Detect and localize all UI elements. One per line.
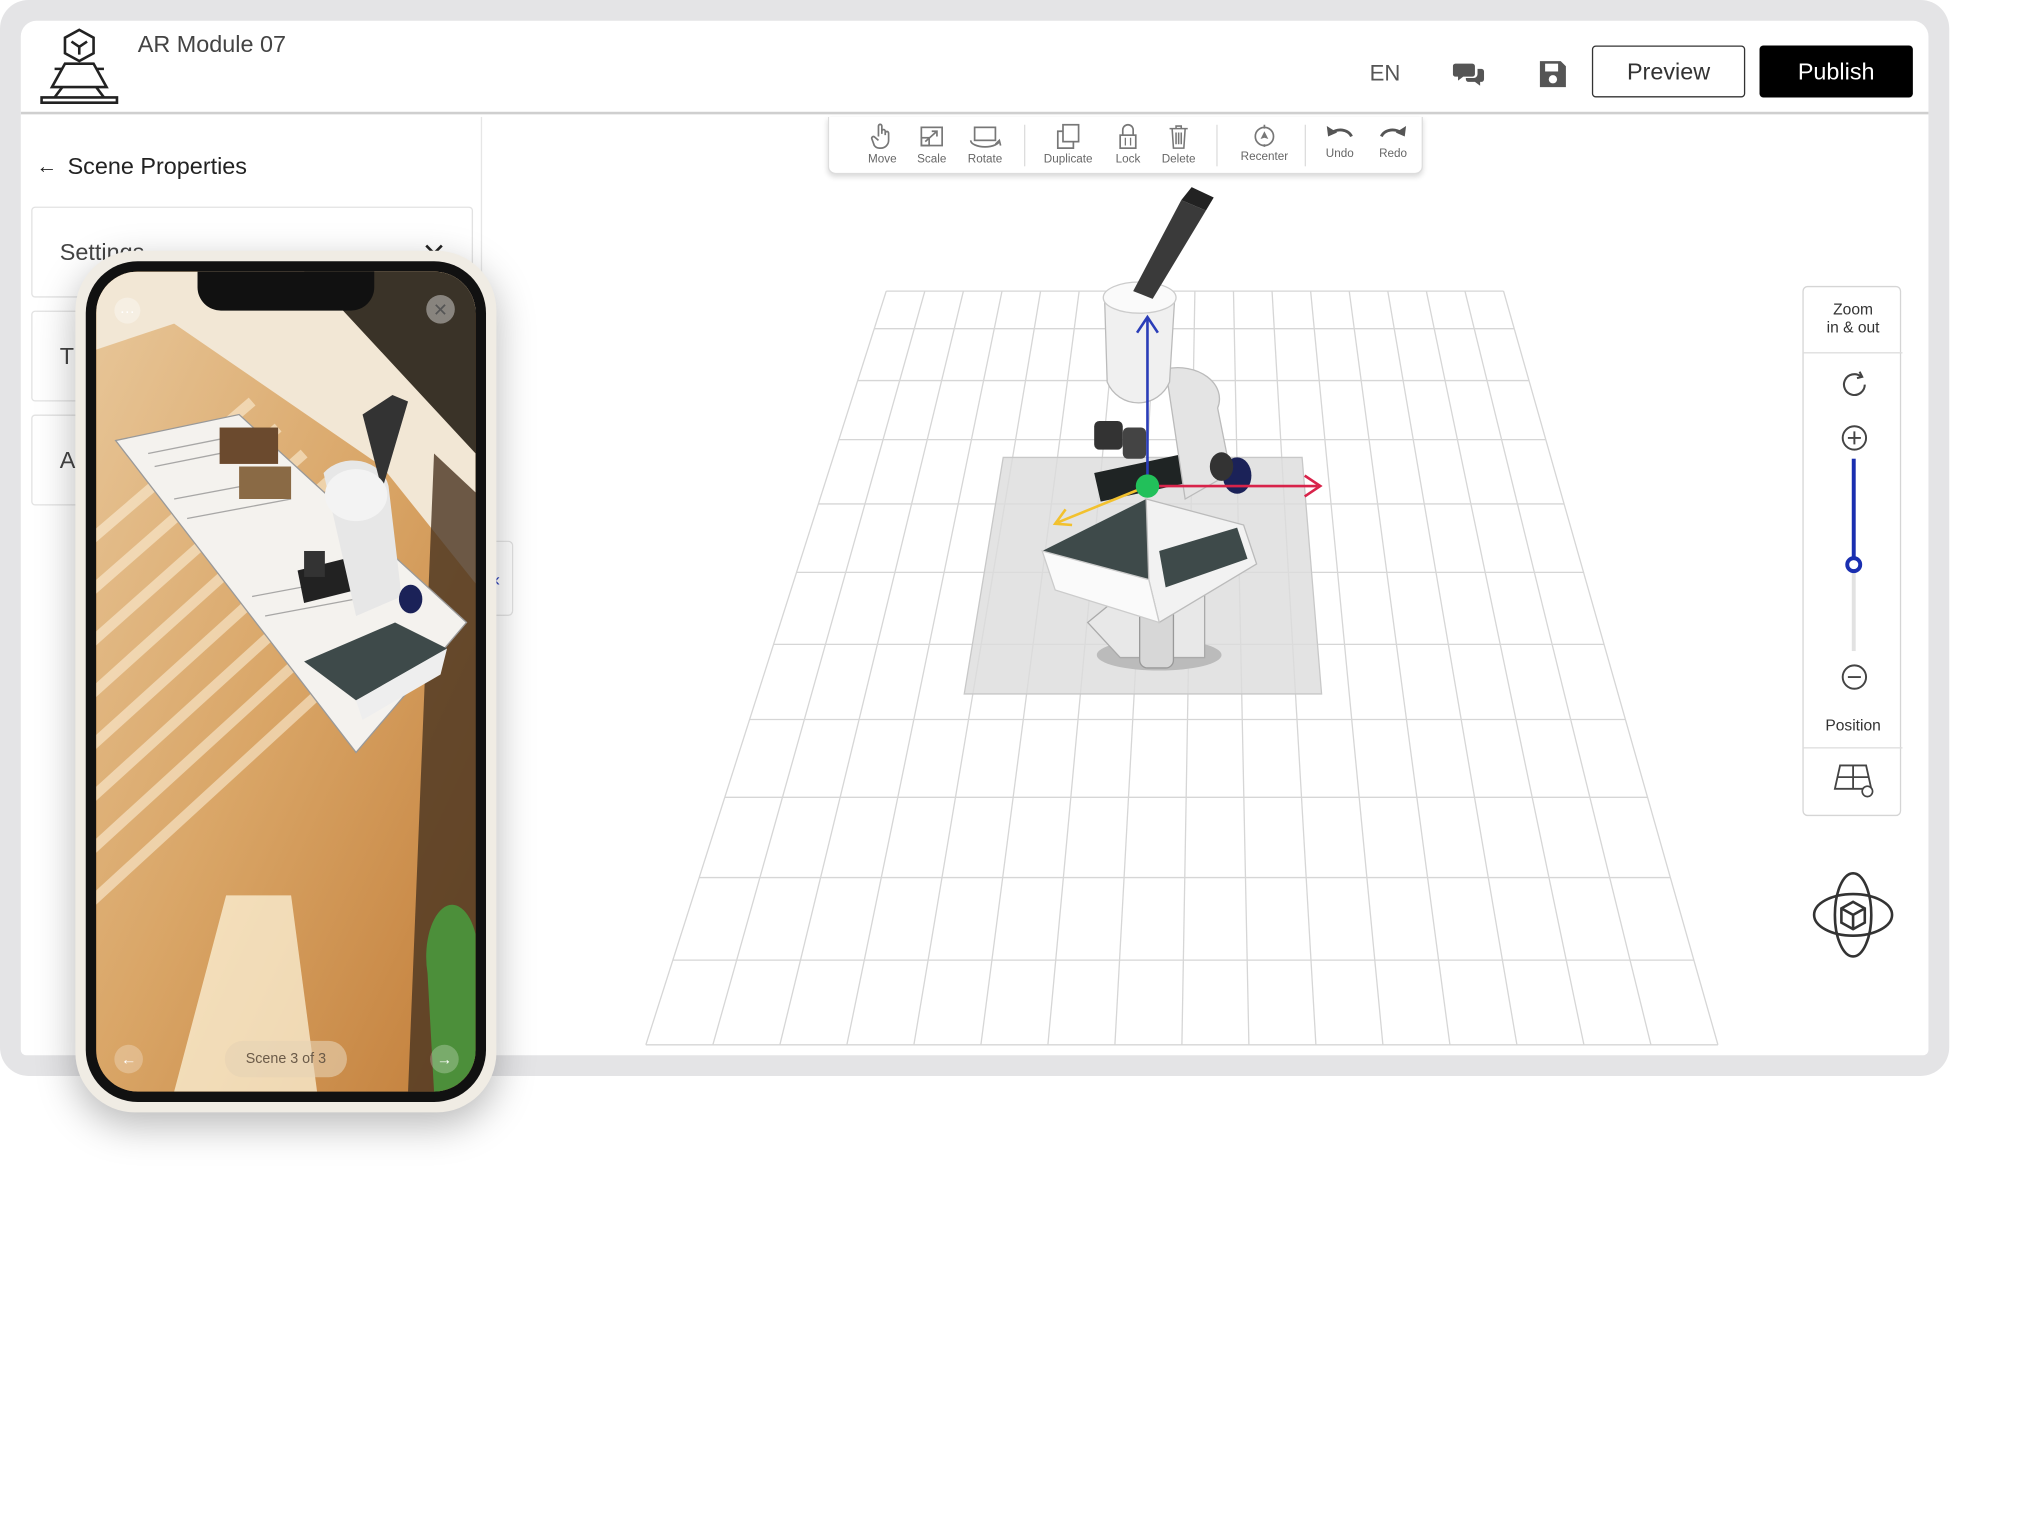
grid-line <box>1387 290 1518 1045</box>
rotate-icon <box>969 126 1002 148</box>
duplicate-tool[interactable]: Duplicate <box>1040 122 1097 165</box>
next-scene-icon[interactable]: → <box>430 1044 459 1074</box>
transform-toolbar: Move Scale Rotate Duplicate Lock Delete … <box>827 116 1423 175</box>
phone-preview: … ✕ ← Scene 3 of 3 → <box>75 250 497 1113</box>
arrow-left-icon: ← <box>36 155 58 178</box>
top-header: AR Module 07 EN Preview Publish <box>20 21 1929 115</box>
zoom-slider-handle[interactable] <box>1845 556 1863 574</box>
trash-icon <box>1169 125 1188 149</box>
recenter-icon <box>1254 124 1275 147</box>
reset-position-icon[interactable] <box>1830 760 1877 799</box>
preview-button[interactable]: Preview <box>1591 45 1746 98</box>
divider <box>1803 352 1903 354</box>
position-label: Position <box>1825 716 1881 735</box>
zoom-in-icon[interactable] <box>1839 422 1870 453</box>
scale-icon <box>920 126 943 147</box>
reset-zoom-icon[interactable] <box>1837 368 1871 402</box>
zoom-slider-fill <box>1851 458 1856 564</box>
grid-line <box>1502 290 1719 1045</box>
phone-notch <box>197 271 375 311</box>
back-to-scene-properties[interactable]: ← Scene Properties <box>36 153 247 180</box>
phone-screen: … ✕ ← Scene 3 of 3 → <box>96 271 476 1092</box>
panel-2-label: T <box>59 343 75 370</box>
zoom-slider[interactable] <box>1845 458 1863 652</box>
zoom-panel-title: Zoom in & out <box>1804 300 1903 336</box>
delete-tool[interactable]: Delete <box>1150 122 1207 165</box>
grid-line <box>1464 290 1652 1045</box>
sidebar-title: Scene Properties <box>67 153 248 180</box>
rotate-tool[interactable]: Rotate <box>956 122 1013 165</box>
scale-tool[interactable]: Scale <box>903 122 960 165</box>
prev-scene-icon[interactable]: ← <box>114 1044 143 1074</box>
grid-line <box>1425 290 1585 1045</box>
language-selector[interactable]: EN <box>1370 61 1401 87</box>
zoom-out-icon[interactable] <box>1839 661 1870 692</box>
zoom-title-line2: in & out <box>1826 318 1880 337</box>
toolbar-divider <box>1304 124 1306 167</box>
lock-icon <box>1119 123 1137 149</box>
grid-line <box>1309 291 1384 1045</box>
hand-icon <box>870 123 890 149</box>
divider <box>1803 747 1903 749</box>
app-logo-icon <box>40 28 119 104</box>
undo-icon <box>1326 126 1353 138</box>
scene-indicator: Scene 3 of 3 <box>224 1040 347 1078</box>
rotate-label: Rotate <box>967 152 1003 166</box>
ar-camera-view <box>96 271 476 1092</box>
more-options-icon[interactable]: … <box>114 297 141 324</box>
lock-label: Lock <box>1115 152 1141 166</box>
undo-label: Undo <box>1325 146 1354 160</box>
zoom-title-line1: Zoom <box>1833 300 1874 319</box>
duplicate-label: Duplicate <box>1043 152 1093 166</box>
zoom-panel: Zoom in & out Position <box>1802 285 1903 817</box>
recenter-label: Recenter <box>1240 149 1289 163</box>
grid-line <box>779 290 965 1045</box>
panel-3-label: A <box>59 447 76 474</box>
redo-tool[interactable]: Redo <box>1364 122 1421 160</box>
grid-line <box>645 290 887 1045</box>
duplicate-icon <box>1056 123 1080 149</box>
undo-tool[interactable]: Undo <box>1311 122 1368 160</box>
toolbar-divider <box>1024 124 1026 167</box>
grid-line <box>1348 291 1451 1045</box>
close-icon[interactable]: ✕ <box>426 294 455 324</box>
publish-button[interactable]: Publish <box>1759 45 1913 98</box>
grid-line <box>712 290 926 1045</box>
redo-icon <box>1380 126 1407 138</box>
recenter-tool[interactable]: Recenter <box>1236 122 1293 162</box>
phone-bezel: … ✕ ← Scene 3 of 3 → <box>85 261 487 1102</box>
save-icon[interactable] <box>1536 57 1570 91</box>
module-title[interactable]: AR Module 07 <box>138 31 286 58</box>
view-cube-icon[interactable] <box>1806 868 1900 962</box>
redo-label: Redo <box>1379 146 1408 160</box>
delete-label: Delete <box>1161 152 1196 166</box>
lock-tool[interactable]: Lock <box>1099 122 1156 165</box>
3d-viewport[interactable] <box>483 174 1928 1055</box>
toolbar-divider <box>1216 124 1218 167</box>
scale-label: Scale <box>917 152 947 166</box>
chat-icon[interactable] <box>1452 57 1487 91</box>
